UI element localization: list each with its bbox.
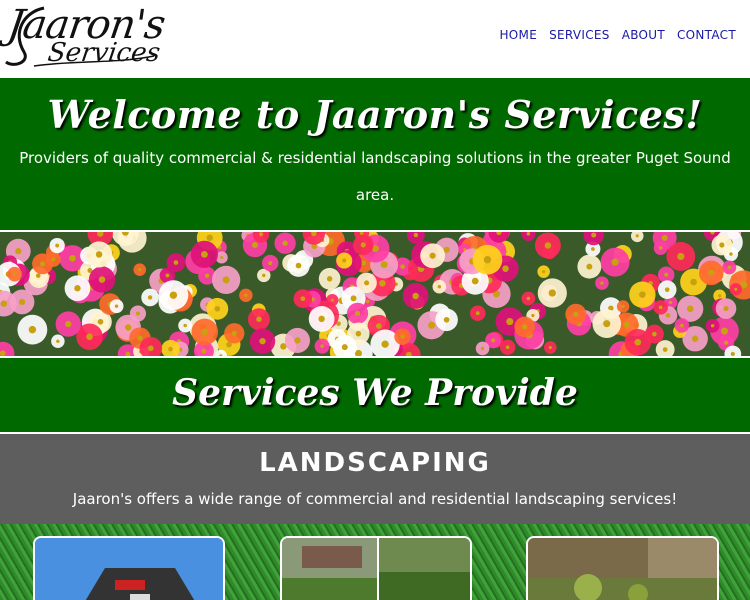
welcome-heading: Welcome to Jaaron's Services! (47, 92, 703, 137)
flower-field-graphic (0, 232, 750, 356)
welcome-subtitle: Providers of quality commercial & reside… (19, 149, 731, 204)
nav-contact-link[interactable]: CONTACT (671, 28, 742, 42)
landscaping-photo-card[interactable] (280, 536, 472, 600)
garden-before-after-photo (282, 538, 470, 600)
nav-services-link[interactable]: SERVICES (543, 28, 616, 42)
logo-text-secondary: Services (45, 38, 163, 68)
landscaping-photo-card[interactable] (526, 536, 719, 600)
flower-banner-image (0, 230, 750, 358)
landscaping-section: LANDSCAPING Jaaron's offers a wide range… (0, 434, 750, 524)
services-heading-band: Services We Provide (0, 358, 750, 434)
commercial-building-photo (35, 538, 223, 600)
services-heading: Services We Provide (172, 372, 578, 414)
landscaping-photo-card[interactable] (33, 536, 225, 600)
site-header: Jaaron's Services HOME SERVICES ABOUT CO… (0, 0, 750, 78)
main-nav: HOME SERVICES ABOUT CONTACT (493, 28, 742, 42)
nav-home-link[interactable]: HOME (493, 28, 543, 42)
landscaping-heading: LANDSCAPING (259, 448, 491, 478)
site-logo[interactable]: Jaaron's Services (4, 2, 168, 74)
yard-planting-photo (528, 538, 717, 600)
nav-about-link[interactable]: ABOUT (616, 28, 671, 42)
landscaping-description: Jaaron's offers a wide range of commerci… (72, 490, 678, 508)
grass-background (0, 524, 750, 600)
welcome-banner: Welcome to Jaaron's Services! Providers … (0, 78, 750, 230)
